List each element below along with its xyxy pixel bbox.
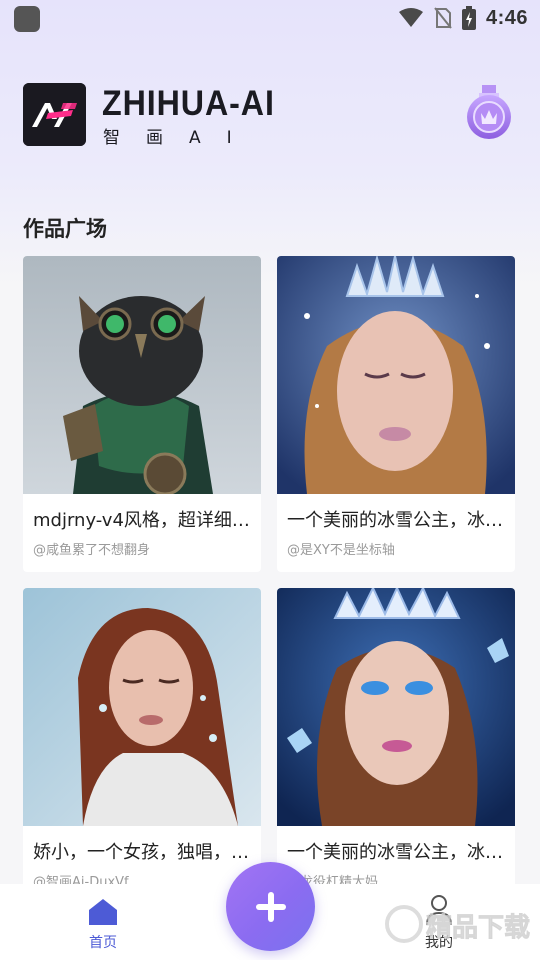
battery-charging-icon (461, 6, 476, 30)
work-title: 一个美丽的冰雪公主，冰霜王冠 (287, 510, 507, 531)
notification-app-icon (14, 6, 40, 32)
work-image-girl (23, 588, 261, 826)
work-title: 娇小，一个女孩，独唱，长发 (33, 842, 253, 863)
nav-home[interactable]: 首页 (80, 898, 126, 952)
work-card[interactable]: 一个美丽的冰雪公主，冰霜王冠 @龙役杠精大妈 (277, 588, 515, 904)
work-image-ice-princess (277, 588, 515, 826)
watermark-text: 精品下载 (426, 913, 530, 943)
work-image-owl (23, 256, 261, 494)
plus-icon (255, 891, 286, 922)
work-card[interactable]: mdjrny-v4风格，超详细的猫头鹰 @咸鱼累了不想翻身 (23, 256, 261, 572)
home-icon (89, 899, 117, 925)
wifi-icon (398, 8, 423, 27)
create-button[interactable] (226, 862, 315, 951)
nav-home-label: 首页 (89, 935, 117, 951)
no-sim-icon (434, 7, 452, 29)
work-image-ice-princess (277, 256, 515, 494)
work-title: mdjrny-v4风格，超详细的猫头鹰 (33, 510, 253, 531)
brand-name: ZHIHUA-AI (102, 84, 275, 123)
status-time: 4:46 (485, 6, 528, 29)
brand-subtitle: 智画AI (103, 128, 258, 148)
work-card[interactable]: 一个美丽的冰雪公主，冰霜王冠 @是XY不是坐标轴 (277, 256, 515, 572)
watermark: 精品下载 (382, 892, 538, 956)
level-badge-icon[interactable] (462, 83, 516, 141)
work-card[interactable]: 娇小，一个女孩，独唱，长发 @智画Ai-DuxVf (23, 588, 261, 904)
work-author: @是XY不是坐标轴 (287, 543, 395, 558)
work-title: 一个美丽的冰雪公主，冰霜王冠 (287, 842, 507, 863)
work-author: @咸鱼累了不想翻身 (33, 543, 151, 558)
status-icons: 4:46 (398, 6, 528, 30)
app-logo (23, 83, 86, 146)
status-bar: 4:46 (0, 0, 540, 36)
section-title: 作品广场 (23, 217, 107, 241)
